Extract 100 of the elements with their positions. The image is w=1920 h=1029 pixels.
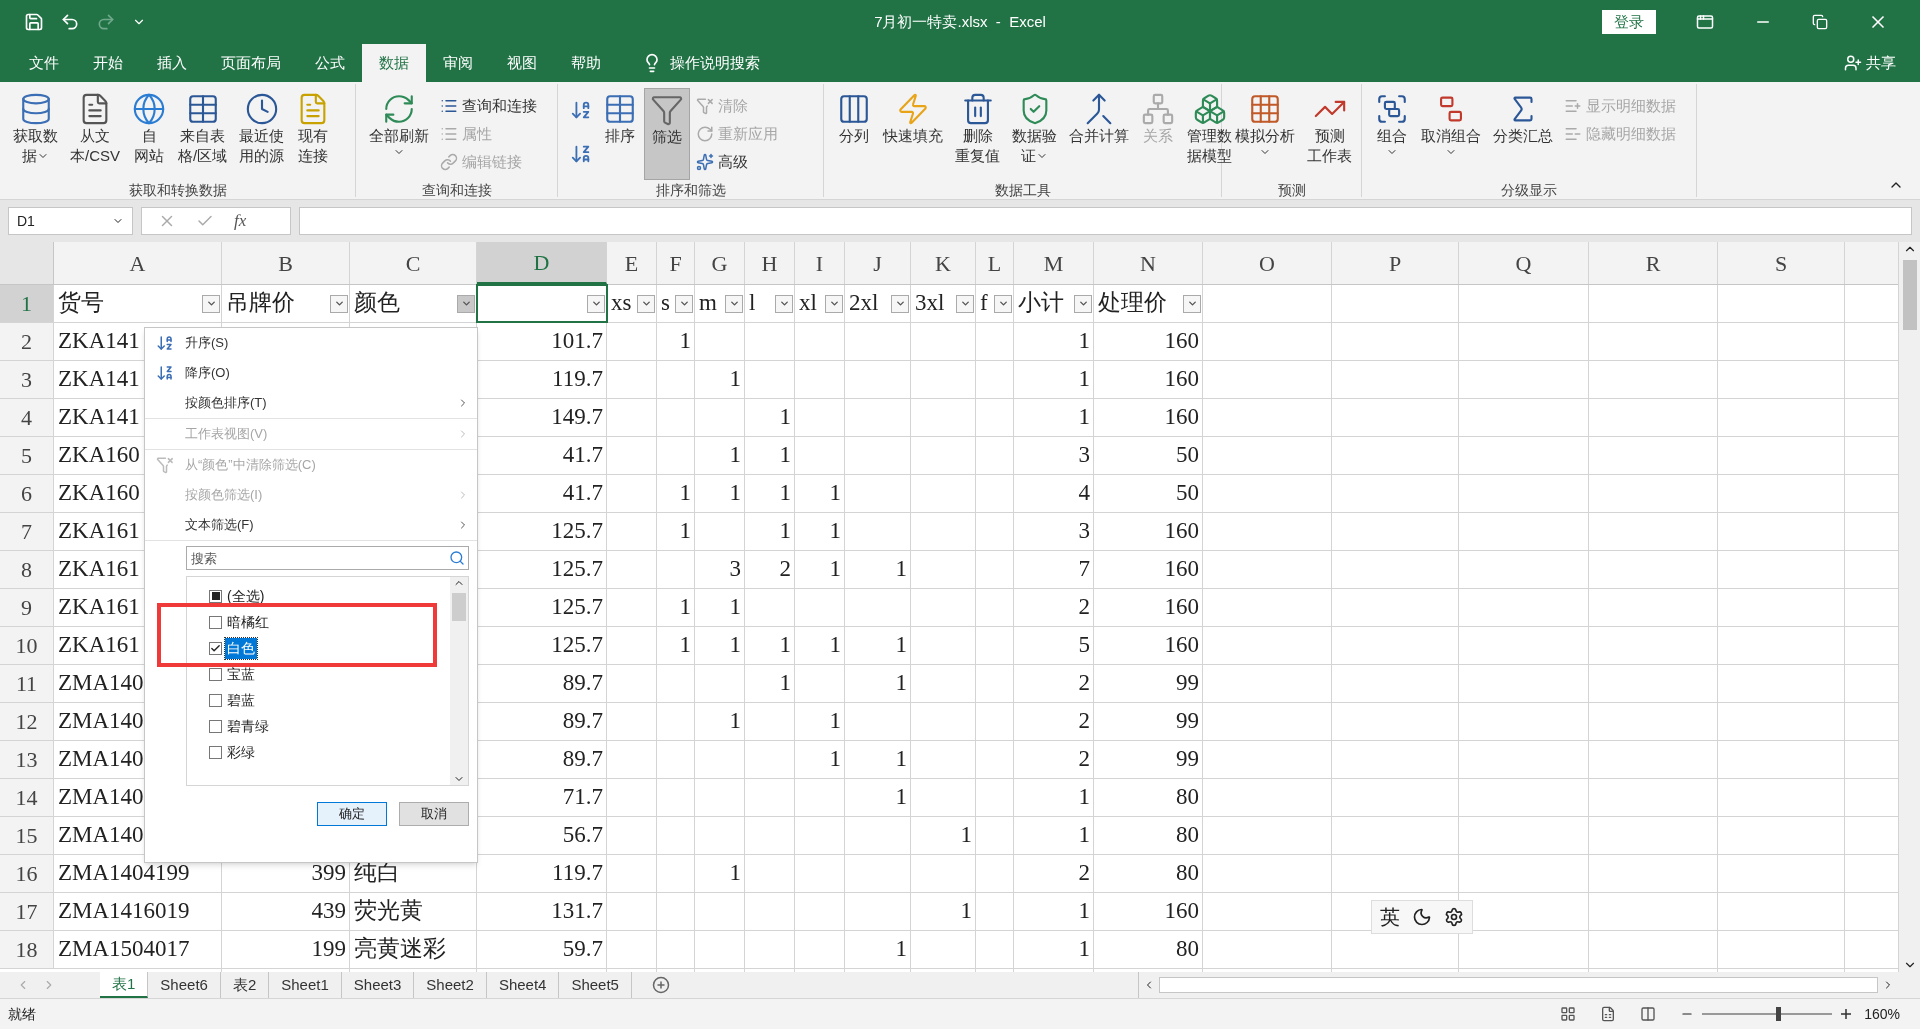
row-header[interactable]: 16 xyxy=(0,855,54,892)
column-header[interactable]: G xyxy=(695,242,745,284)
column-header[interactable]: F xyxy=(657,242,695,284)
column-header[interactable]: M xyxy=(1014,242,1094,284)
insert-function-button[interactable]: fx xyxy=(234,208,247,234)
ribbon-tab[interactable]: 帮助 xyxy=(554,44,618,82)
ribbon-button[interactable]: 预测 工作表 xyxy=(1302,88,1357,180)
ribbon-button[interactable]: 筛选 xyxy=(644,88,690,180)
redo-icon[interactable] xyxy=(96,12,116,32)
filter-dropdown-button[interactable] xyxy=(725,294,743,313)
filter-dropdown-button[interactable] xyxy=(637,294,655,313)
ribbon-button[interactable]: 数据验 证 xyxy=(1007,88,1062,180)
ribbon-button[interactable]: 现有 连接 xyxy=(291,88,336,180)
ribbon-button[interactable]: 来自表 格/区域 xyxy=(173,88,233,180)
zoom-in-icon[interactable] xyxy=(1840,1008,1853,1020)
checkbox[interactable] xyxy=(209,667,222,681)
filter-dropdown-button[interactable] xyxy=(891,294,909,313)
row-header[interactable]: 13 xyxy=(0,741,54,778)
filter-value[interactable]: 宝蓝 xyxy=(225,663,257,685)
ribbon-tab[interactable]: 审阅 xyxy=(426,44,490,82)
checkbox[interactable] xyxy=(209,719,222,733)
column-header[interactable]: B xyxy=(222,242,350,284)
ribbon-button[interactable]: 快速填充 xyxy=(878,88,948,180)
vertical-scrollbar[interactable] xyxy=(1898,242,1920,972)
ribbon-button[interactable]: 获取数 据 xyxy=(8,88,63,180)
ribbon-button[interactable]: 分类汇总 xyxy=(1488,88,1558,180)
row-header[interactable]: 11 xyxy=(0,665,54,702)
ribbon-button[interactable]: 合并计算 xyxy=(1064,88,1134,180)
filter-dropdown-button[interactable] xyxy=(825,294,843,313)
row-header[interactable]: 4 xyxy=(0,399,54,436)
ribbon-button[interactable]: 删除 重复值 xyxy=(950,88,1005,180)
ribbon-tab[interactable]: 视图 xyxy=(490,44,554,82)
filter-dropdown-button[interactable] xyxy=(775,294,793,313)
login-button[interactable]: 登录 xyxy=(1602,10,1656,34)
column-header[interactable]: R xyxy=(1589,242,1718,284)
selected-cell[interactable] xyxy=(477,285,607,322)
ribbon-button[interactable]: 组合 xyxy=(1370,88,1414,180)
search-field[interactable]: 搜索 xyxy=(186,546,469,570)
filter-dropdown-button[interactable] xyxy=(457,294,475,313)
filter-dropdown-button[interactable] xyxy=(956,294,974,313)
zoom-slider[interactable] xyxy=(1702,1007,1833,1021)
menu-item[interactable]: 文本筛选(F) xyxy=(145,510,477,541)
filter-dropdown-button[interactable] xyxy=(994,294,1012,313)
list-scrollbar[interactable] xyxy=(450,577,468,785)
normal-view-icon[interactable] xyxy=(1560,1006,1577,1022)
filter-dropdown-button[interactable] xyxy=(202,294,220,313)
add-sheet-icon[interactable] xyxy=(651,976,670,994)
share-button[interactable]: 共享 xyxy=(1866,51,1896,75)
ribbon-button[interactable]: 查询和连接 xyxy=(436,92,541,120)
ribbon-button[interactable]: 从文 本/CSV xyxy=(65,88,125,180)
ribbon-tab[interactable]: 数据 xyxy=(362,44,426,82)
filter-value[interactable]: 碧青绿 xyxy=(225,715,271,737)
row-header[interactable]: 15 xyxy=(0,817,54,854)
formula-input[interactable] xyxy=(299,207,1912,235)
ribbon-tab[interactable]: 开始 xyxy=(76,44,140,82)
scrollbar-thumb[interactable] xyxy=(1902,260,1917,330)
undo-icon[interactable] xyxy=(60,12,80,32)
row-header[interactable]: 5 xyxy=(0,437,54,474)
row-header[interactable]: 9 xyxy=(0,589,54,626)
filter-dropdown-button[interactable] xyxy=(587,294,605,313)
filter-dropdown-button[interactable] xyxy=(1074,294,1092,313)
moon-icon[interactable] xyxy=(1412,907,1432,927)
column-header[interactable]: L xyxy=(976,242,1014,284)
checkbox[interactable] xyxy=(209,693,222,707)
tell-me-search[interactable]: 操作说明搜索 xyxy=(670,51,760,75)
ribbon-button[interactable]: 全部刷新 xyxy=(364,88,434,180)
partial-checkbox[interactable] xyxy=(209,589,222,603)
column-header[interactable]: J xyxy=(845,242,911,284)
ribbon-button[interactable]: 排序 xyxy=(598,88,642,180)
row-header[interactable]: 1 xyxy=(0,285,54,322)
column-header[interactable]: N xyxy=(1094,242,1203,284)
filter-dropdown-button[interactable] xyxy=(1183,294,1201,313)
row-header[interactable]: 7 xyxy=(0,513,54,550)
row-header[interactable]: 8 xyxy=(0,551,54,588)
menu-item[interactable]: 降序(O) xyxy=(145,358,477,388)
row-header[interactable]: 2 xyxy=(0,323,54,360)
ribbon-button[interactable]: 自 网站 xyxy=(127,88,171,180)
column-header[interactable]: Q xyxy=(1459,242,1589,284)
row-header[interactable]: 6 xyxy=(0,475,54,512)
ribbon-button[interactable]: 分列 xyxy=(832,88,876,180)
filter-value[interactable]: 碧蓝 xyxy=(225,689,257,711)
filter-value[interactable]: 暗橘红 xyxy=(225,611,271,633)
settings-icon[interactable] xyxy=(1444,907,1464,927)
sheet-tab[interactable]: 表1 xyxy=(100,972,149,998)
checkbox[interactable] xyxy=(209,745,222,759)
cancel-button[interactable]: 取消 xyxy=(399,802,469,826)
row-header[interactable]: 12 xyxy=(0,703,54,740)
name-box[interactable]: D1 xyxy=(8,207,133,235)
column-header[interactable]: O xyxy=(1203,242,1332,284)
column-header[interactable]: D xyxy=(477,242,607,284)
filter-dropdown-button[interactable] xyxy=(675,294,693,313)
column-header[interactable]: P xyxy=(1332,242,1459,284)
row-header[interactable]: 10 xyxy=(0,627,54,664)
menu-item[interactable]: 按颜色排序(T) xyxy=(145,388,477,419)
ribbon-button[interactable]: 高级 xyxy=(692,148,782,176)
zoom-level[interactable]: 160% xyxy=(1864,1003,1900,1025)
checkbox[interactable] xyxy=(209,641,222,655)
column-header[interactable]: H xyxy=(745,242,795,284)
page-break-icon[interactable] xyxy=(1640,1006,1657,1022)
ribbon-display-icon[interactable] xyxy=(1696,13,1714,31)
